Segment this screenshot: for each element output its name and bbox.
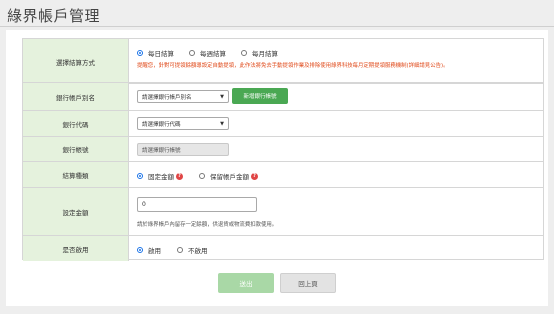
radio-reserve-amount[interactable]: 保留帳戶金額 ? — [199, 171, 258, 181]
radio-fixed-amount-label: 固定金額 — [148, 173, 174, 181]
radio-reserve-amount-label: 保留帳戶金額 — [210, 173, 249, 181]
radio-weekly[interactable]: 每週結算 — [189, 48, 226, 58]
set-amount-label: 設定金額 — [23, 188, 129, 235]
radio-monthly[interactable]: 每月結算 — [241, 48, 278, 58]
radio-daily-dot[interactable] — [137, 50, 143, 56]
set-amount-input-value: 0 — [142, 201, 146, 208]
account-number-row: 銀行帳號 請選擇銀行帳號 — [23, 136, 543, 161]
main-panel: 選擇結算方式 每日結算 每週結算 每月結算 提醒您，針對可提領餘額導設定自動提領… — [6, 30, 548, 306]
question-icon[interactable]: ? — [251, 172, 258, 180]
question-icon[interactable]: ? — [176, 172, 183, 180]
bank-code-value: 請選擇銀行代碼 ▼ — [129, 111, 543, 136]
enabled-label: 是否啟用 — [23, 236, 129, 261]
bank-code-select-text: 請選擇銀行代碼 — [142, 121, 181, 128]
chevron-down-icon: ▼ — [220, 94, 224, 100]
radio-disable-label: 不啟用 — [188, 247, 208, 255]
radio-fixed-amount[interactable]: 固定金額 ? — [137, 171, 183, 181]
set-amount-hint: 請於綠界帳戶內留存一定餘額，供退貨或物流費扣款使用。 — [137, 222, 278, 228]
radio-enable-label: 啟用 — [148, 247, 161, 255]
radio-daily[interactable]: 每日結算 — [137, 48, 174, 58]
radio-enable[interactable]: 啟用 — [137, 245, 161, 255]
settlement-row: 選擇結算方式 每日結算 每週結算 每月結算 提醒您，針對可提領餘額導設定自動提領… — [23, 39, 543, 85]
amount-type-value: 固定金額 ? 保留帳戶金額 ? — [129, 162, 543, 187]
set-amount-row: 設定金額 0 請於綠界帳戶內留存一定餘額，供退貨或物流費扣款使用。 — [23, 187, 543, 235]
radio-weekly-dot[interactable] — [189, 50, 195, 56]
submit-button[interactable]: 送出 — [218, 273, 274, 293]
title-divider — [0, 26, 554, 27]
amount-type-row: 結算種類 固定金額 ? 保留帳戶金額 ? — [23, 161, 543, 187]
bank-section: 銀行帳戶別名 請選擇銀行帳戶別名 ▼ 新增銀行帳號 銀行代碼 請選擇銀行代碼 ▼… — [22, 82, 544, 261]
radio-monthly-dot[interactable] — [241, 50, 247, 56]
bank-code-row: 銀行代碼 請選擇銀行代碼 ▼ — [23, 110, 543, 136]
enabled-row: 是否啟用 啟用 不啟用 — [23, 235, 543, 261]
account-number-field: 請選擇銀行帳號 — [137, 143, 229, 156]
page-title: 綠界帳戶管理 — [7, 7, 101, 25]
bank-code-select[interactable]: 請選擇銀行代碼 ▼ — [137, 117, 229, 130]
radio-monthly-label: 每月結算 — [252, 50, 278, 58]
radio-disable-dot[interactable] — [177, 247, 183, 253]
radio-enable-dot[interactable] — [137, 247, 143, 253]
enabled-value: 啟用 不啟用 — [129, 236, 543, 261]
set-amount-value: 0 請於綠界帳戶內留存一定餘額，供退貨或物流費扣款使用。 — [129, 188, 543, 235]
radio-fixed-amount-dot[interactable] — [137, 173, 143, 179]
chevron-down-icon: ▼ — [220, 121, 224, 127]
account-number-value: 請選擇銀行帳號 — [129, 137, 543, 161]
radio-reserve-amount-dot[interactable] — [199, 173, 205, 179]
account-number-placeholder: 請選擇銀行帳號 — [142, 147, 181, 154]
settlement-label: 選擇結算方式 — [23, 39, 129, 85]
radio-disable[interactable]: 不啟用 — [177, 245, 208, 255]
bank-code-label: 銀行代碼 — [23, 111, 129, 136]
settlement-section: 選擇結算方式 每日結算 每週結算 每月結算 提醒您，針對可提領餘額導設定自動提領… — [22, 38, 544, 85]
radio-weekly-label: 每週結算 — [200, 50, 226, 58]
alias-select[interactable]: 請選擇銀行帳戶別名 ▼ — [137, 90, 229, 103]
account-number-label: 銀行帳號 — [23, 137, 129, 161]
add-bank-account-button[interactable]: 新增銀行帳號 — [232, 88, 288, 104]
alias-select-text: 請選擇銀行帳戶別名 — [142, 94, 192, 101]
settlement-value: 每日結算 每週結算 每月結算 提醒您，針對可提領餘額導設定自動提領，此作法將免去… — [129, 39, 543, 85]
back-button[interactable]: 回上頁 — [280, 273, 336, 293]
settlement-notice: 提醒您，針對可提領餘額導設定自動提領，此作法將免去手動提領作業及排除使用綠界科技… — [137, 63, 449, 69]
alias-label: 銀行帳戶別名 — [23, 83, 129, 110]
alias-value: 請選擇銀行帳戶別名 ▼ 新增銀行帳號 — [129, 83, 543, 110]
amount-type-label: 結算種類 — [23, 162, 129, 187]
radio-daily-label: 每日結算 — [148, 50, 174, 58]
set-amount-input[interactable]: 0 — [137, 197, 257, 212]
alias-row: 銀行帳戶別名 請選擇銀行帳戶別名 ▼ 新增銀行帳號 — [23, 83, 543, 110]
